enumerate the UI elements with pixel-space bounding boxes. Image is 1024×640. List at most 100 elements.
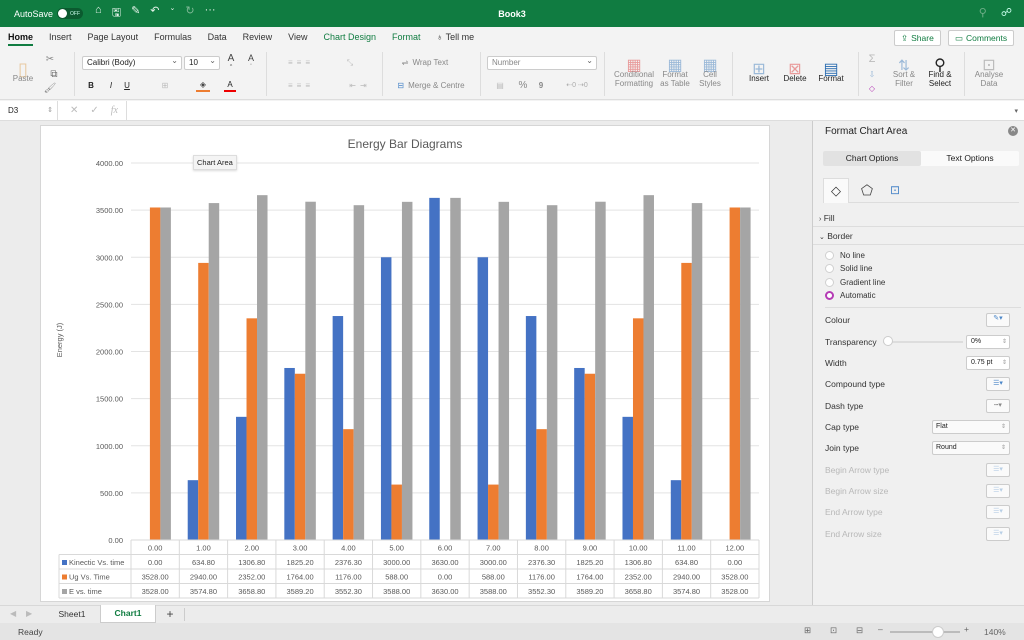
name-box[interactable]: D3 ⇕ bbox=[0, 100, 58, 121]
bar[interactable] bbox=[208, 203, 220, 540]
function-icon[interactable]: fx bbox=[111, 105, 118, 116]
copy-icon[interactable]: ⧉ bbox=[44, 68, 64, 80]
y-axis-label[interactable]: Energy (J) bbox=[55, 322, 64, 357]
bold-button[interactable]: B bbox=[86, 79, 96, 91]
effects-pentagon-icon[interactable]: ⬠ bbox=[857, 178, 877, 202]
bar[interactable] bbox=[595, 201, 606, 540]
bar[interactable] bbox=[477, 257, 489, 540]
bar[interactable] bbox=[670, 480, 682, 540]
borders-icon[interactable]: ⊞ bbox=[158, 79, 172, 91]
width-input[interactable]: 0.75 pt ⇕ bbox=[966, 356, 1010, 370]
bar[interactable] bbox=[574, 367, 585, 540]
zoom-slider-knob[interactable] bbox=[931, 626, 944, 638]
bar[interactable] bbox=[429, 197, 440, 540]
colour-picker-button[interactable]: ✎▾ bbox=[986, 313, 1010, 327]
bar[interactable] bbox=[584, 373, 596, 540]
format-as-table-button[interactable]: ▦ Format as Table bbox=[658, 52, 692, 96]
clear-icon[interactable]: ◇ bbox=[862, 82, 882, 94]
format-painter-icon[interactable]: 🖌 bbox=[44, 82, 57, 94]
expand-formula-icon[interactable]: ▾ bbox=[1014, 107, 1018, 115]
radio-button[interactable] bbox=[825, 278, 834, 287]
normal-view-icon[interactable]: ⊞ bbox=[804, 625, 811, 636]
cancel-icon[interactable]: ✕ bbox=[70, 105, 78, 116]
bar[interactable] bbox=[187, 480, 199, 540]
bar[interactable] bbox=[284, 367, 295, 540]
tab-chart-design[interactable]: Chart Design bbox=[315, 27, 384, 48]
sheet-tab-chart1[interactable]: Chart1 bbox=[100, 605, 156, 623]
bar[interactable] bbox=[488, 484, 499, 540]
bar[interactable] bbox=[450, 197, 461, 540]
bar[interactable] bbox=[353, 205, 365, 540]
bar[interactable] bbox=[391, 484, 402, 540]
bar[interactable] bbox=[536, 429, 547, 540]
tab-insert[interactable]: Insert bbox=[41, 27, 80, 48]
join-type-select[interactable]: Round ⇕ bbox=[932, 441, 1010, 455]
font-name-select[interactable]: Calibri (Body) bbox=[82, 55, 182, 70]
bar[interactable] bbox=[343, 429, 354, 540]
tab-text-options[interactable]: Text Options bbox=[921, 151, 1019, 166]
bar[interactable] bbox=[305, 201, 316, 540]
scroll-right-icon[interactable]: ▶ bbox=[26, 609, 32, 618]
bar[interactable] bbox=[691, 203, 703, 540]
bar[interactable] bbox=[294, 373, 306, 540]
font-size-select[interactable]: 10 bbox=[184, 55, 220, 70]
percent-button[interactable]: % bbox=[516, 79, 530, 91]
tab-formulas[interactable]: Formulas bbox=[146, 27, 200, 48]
bar[interactable] bbox=[380, 257, 392, 540]
autosave-toggle[interactable]: OFF bbox=[57, 8, 84, 19]
begin-arrow-size-button[interactable]: ☰▾ bbox=[986, 484, 1010, 498]
fill-section-header[interactable]: › Fill bbox=[813, 209, 1024, 227]
bar[interactable] bbox=[643, 195, 654, 541]
cut-icon[interactable]: ✂ bbox=[44, 53, 56, 65]
conditional-formatting-button[interactable]: ▦ Conditional Formatting bbox=[612, 52, 656, 96]
scroll-left-icon[interactable]: ◀ bbox=[10, 609, 16, 618]
number-format-select[interactable]: Number bbox=[487, 55, 597, 70]
bar[interactable] bbox=[149, 207, 161, 540]
chart-area[interactable]: Energy Bar Diagrams Energy (J) 0.00 500.0… bbox=[40, 125, 770, 602]
transparency-slider[interactable] bbox=[883, 341, 963, 343]
bar[interactable] bbox=[632, 318, 644, 540]
transparency-input[interactable]: 0% ⇕ bbox=[966, 335, 1010, 349]
dash-type-button[interactable]: ┅▾ bbox=[986, 399, 1010, 413]
decrease-font-icon[interactable]: Aˇ bbox=[244, 54, 258, 71]
bar[interactable] bbox=[498, 201, 510, 540]
format-cells-button[interactable]: ▤ Format bbox=[812, 52, 850, 96]
undo-icon[interactable]: ↶ bbox=[150, 4, 159, 23]
autosum-icon[interactable]: Σ bbox=[862, 52, 882, 66]
decimal-buttons[interactable]: ⇠0 ⇢0 bbox=[562, 79, 592, 91]
tab-home[interactable]: Home bbox=[0, 27, 41, 48]
radio-automatic[interactable]: Automatic bbox=[825, 291, 876, 300]
analyse-data-button[interactable]: ⊡ Analyse Data bbox=[970, 52, 1008, 96]
fill-color-icon[interactable]: ◈ bbox=[196, 78, 210, 92]
bar[interactable] bbox=[160, 207, 171, 540]
accounting-format-icon[interactable]: ▤ bbox=[490, 79, 510, 91]
close-pane-icon[interactable]: ✕ bbox=[1008, 126, 1018, 136]
zoom-level[interactable]: 140% bbox=[984, 627, 1006, 637]
radio-button-selected[interactable] bbox=[825, 291, 834, 300]
font-color-icon[interactable]: A bbox=[224, 78, 236, 92]
share-button[interactable]: ⇪ Share bbox=[894, 30, 941, 46]
tab-data[interactable]: Data bbox=[200, 27, 235, 48]
bar[interactable] bbox=[246, 318, 258, 540]
bar[interactable] bbox=[525, 316, 537, 540]
tab-format[interactable]: Format bbox=[384, 27, 429, 48]
fill-line-icon[interactable]: ◇ bbox=[823, 178, 849, 203]
tab-review[interactable]: Review bbox=[235, 27, 281, 48]
bar[interactable] bbox=[332, 316, 344, 540]
save-icon[interactable]: 🖫 bbox=[112, 4, 121, 23]
search-icon[interactable]: ⚲ bbox=[979, 6, 987, 19]
cap-type-select[interactable]: Flat ⇕ bbox=[932, 420, 1010, 434]
italic-button[interactable]: I bbox=[106, 79, 116, 91]
add-sheet-button[interactable]: + bbox=[162, 606, 178, 623]
cell-styles-button[interactable]: ▦ Cell Styles bbox=[694, 52, 726, 96]
zoom-out-button[interactable]: – bbox=[878, 624, 883, 634]
comments-button[interactable]: ▭ Comments bbox=[948, 30, 1015, 46]
bar[interactable] bbox=[198, 262, 209, 540]
vertical-align-icons[interactable]: ≡≡≡ bbox=[276, 56, 326, 68]
bar[interactable] bbox=[681, 262, 692, 540]
merge-centre-button[interactable]: ⊟ Merge & Centre bbox=[390, 79, 472, 91]
radio-button[interactable] bbox=[825, 251, 834, 260]
sheet-tab-sheet1[interactable]: Sheet1 bbox=[46, 606, 98, 623]
find-select-button[interactable]: ⚲ Find & Select bbox=[922, 52, 958, 96]
bar[interactable] bbox=[729, 207, 741, 540]
